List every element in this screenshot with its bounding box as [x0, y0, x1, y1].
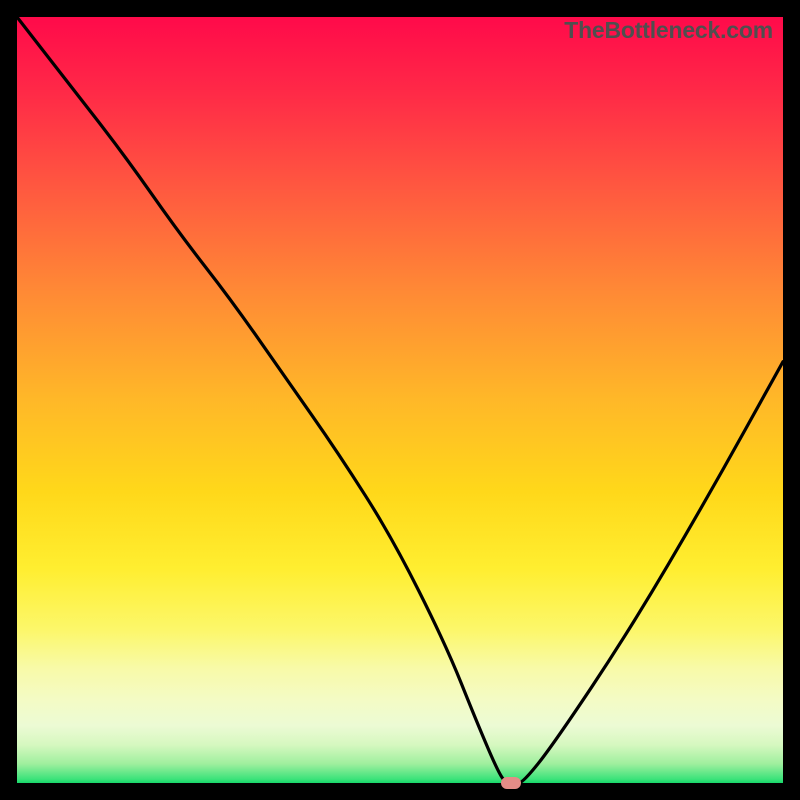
optimal-point-marker — [501, 777, 521, 789]
bottleneck-curve-line — [17, 17, 783, 783]
chart-container: TheBottleneck.com — [0, 0, 800, 800]
bottleneck-chart — [17, 17, 783, 783]
plot-area: TheBottleneck.com — [17, 17, 783, 783]
